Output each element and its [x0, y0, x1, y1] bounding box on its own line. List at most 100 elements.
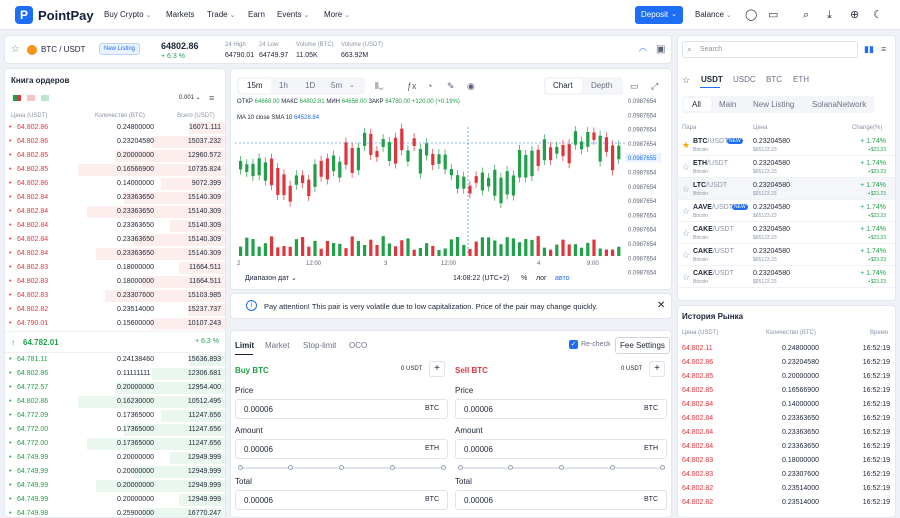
order-book-row[interactable]: • 64.802.86 0.23204580 15037.232: [5, 135, 225, 149]
order-book-row[interactable]: • 64.802.85 0.20000000 12960.572: [5, 149, 225, 163]
buy-amount-slider[interactable]: [238, 465, 446, 470]
add-funds-button[interactable]: +: [429, 361, 445, 377]
quote-btc[interactable]: BTC: [766, 75, 782, 84]
quote-usdt[interactable]: USDT: [701, 75, 723, 84]
order-book-row[interactable]: • 64.802.86 0.24800000 16071.111: [5, 121, 225, 135]
nav-earn[interactable]: Earn: [248, 10, 265, 19]
star-icon[interactable]: ☆: [11, 44, 20, 56]
recheck-checkbox[interactable]: ✓: [569, 340, 578, 349]
quote-usdc[interactable]: USDC: [733, 75, 756, 84]
market-pair-row[interactable]: ☆ CAKE/USDT Bitcoin 0.23204580 $65123.23 + 1.…: [678, 222, 895, 244]
market-pair-row[interactable]: ☆ CAKE/USDT Bitcoin 0.23204580 $65123.23 + 1.…: [678, 266, 895, 288]
pair-name[interactable]: BTC / USDT: [41, 45, 85, 54]
order-book-row[interactable]: • 64.802.82 0.23514000 15237.737: [5, 303, 225, 317]
balance-menu[interactable]: Balance ⌄: [695, 10, 732, 19]
nav-trade[interactable]: Trade ⌄: [207, 10, 235, 19]
star-icon[interactable]: ☆: [682, 250, 690, 261]
order-book-row[interactable]: • 64.749.98 0.25900000 16770.247: [5, 507, 225, 517]
precision-select[interactable]: 0.001 ⌄: [179, 94, 201, 101]
auto-toggle[interactable]: авто: [555, 275, 569, 282]
order-book-row[interactable]: • 64.749.99 0.20000000 12949.999: [5, 479, 225, 493]
order-book-row[interactable]: • 64.802.84 0.23363650 15140.309: [5, 219, 225, 233]
star-icon[interactable]: ☆: [682, 206, 690, 217]
market-pair-row[interactable]: ☆ CAKE/USDT Bitcoin 0.23204580 $65123.23 + 1.…: [678, 244, 895, 266]
order-book-row[interactable]: • 64.802.85 0.16566900 10735.824: [5, 163, 225, 177]
bar-chart-icon[interactable]: ▮▮: [864, 43, 874, 55]
chat-icon[interactable]: ▭: [768, 9, 778, 21]
order-book-row[interactable]: • 64.790.01 0.15600000 10107.243: [5, 317, 225, 331]
order-book-row[interactable]: • 64.749.99 0.20000000 12949.999: [5, 451, 225, 465]
globe-icon[interactable]: ⊕: [850, 9, 859, 21]
market-pair-row[interactable]: ☆ LTC/USDT Bitcoin 0.23204580 $65123.23 + 1.7…: [678, 178, 895, 200]
order-book-row[interactable]: • 64.802.83 0.23307600 15103.985: [5, 289, 225, 303]
view-both-icon[interactable]: [13, 95, 21, 101]
star-icon[interactable]: ☆: [682, 228, 690, 239]
date-range-select[interactable]: Диапазон дат ⌄: [245, 274, 297, 282]
tab-market[interactable]: Market: [265, 341, 289, 350]
nav-events[interactable]: Events ⌄: [277, 10, 309, 19]
buy-price-input[interactable]: 0.00006 BTC: [235, 399, 448, 419]
fee-settings-button[interactable]: Fee Settings: [615, 337, 670, 354]
filter-solana-network[interactable]: SolanaNetwork: [812, 100, 866, 109]
layout-icon[interactable]: ▣: [656, 44, 665, 56]
nav-markets[interactable]: Markets: [166, 10, 194, 19]
order-book-row[interactable]: • 64.749.99 0.20000000 12949.999: [5, 493, 225, 507]
close-icon[interactable]: ✕: [657, 300, 665, 311]
candle-body: [555, 146, 559, 154]
filter-all[interactable]: All: [692, 100, 701, 109]
market-pair-row[interactable]: ☆ AAVE/USDT NEW Bitcoin 0.23204580 $65123.23 +…: [678, 200, 895, 222]
nav-buy-crypto[interactable]: Buy Crypto ⌄: [104, 10, 151, 19]
settings-sliders-icon[interactable]: ≡: [881, 43, 886, 55]
sell-amount-slider[interactable]: [458, 465, 665, 470]
quote-eth[interactable]: ETH: [793, 75, 809, 84]
log-toggle[interactable]: лог: [536, 275, 547, 282]
sell-amount-input[interactable]: 0.00006 ETH: [455, 439, 667, 459]
market-pair-row[interactable]: ☆ ETH/USDT Bitcoin 0.23204580 $65123.23 + 1.7…: [678, 156, 895, 178]
order-book-row[interactable]: • 64.802.86 0.14000000 9072.399: [5, 177, 225, 191]
tab-oco[interactable]: OCO: [349, 341, 367, 350]
order-book-row[interactable]: • 64.772.09 0.17365000 11247.656: [5, 409, 225, 423]
order-book-row[interactable]: • 64.802.86 0.16230000 10512.495: [5, 395, 225, 409]
tab-stop-limit[interactable]: Stop-limit: [303, 341, 336, 350]
filter-new-listing[interactable]: New Listing: [753, 100, 794, 109]
order-book-row[interactable]: • 64.802.84 0.23363650 15140.309: [5, 191, 225, 205]
nav-more[interactable]: More ⌄: [324, 10, 350, 19]
search-icon[interactable]: ⌕: [803, 9, 809, 21]
candlestick-chart[interactable]: 0.0987654 0.0987654 0.0987654 0.0987654 0.09…: [231, 69, 672, 290]
star-icon[interactable]: ☆: [682, 184, 690, 195]
settings-sliders-icon[interactable]: ≡: [209, 92, 214, 104]
logo[interactable]: P PointPay: [15, 6, 94, 24]
order-book-row[interactable]: • 64.749.99 0.20000000 12949.999: [5, 465, 225, 479]
market-pair-row[interactable]: ★ BTC/USDT NEW Bitcoin 0.23204580 $65123.23 + …: [678, 134, 895, 156]
order-book-row[interactable]: • 64.802.83 0.18000000 11664.511: [5, 275, 225, 289]
sell-total-input[interactable]: 0.00006 BTC: [455, 490, 667, 510]
order-book-row[interactable]: • 64.802.84 0.23363650 15140.309: [5, 247, 225, 261]
deposit-button[interactable]: Deposit ⌄: [635, 6, 683, 24]
market-search-input[interactable]: ⌕ Search: [682, 41, 858, 58]
candle-body: [239, 160, 243, 170]
download-icon[interactable]: ⤓: [827, 9, 832, 21]
star-icon[interactable]: ☆: [682, 272, 690, 283]
buy-amount-input[interactable]: 0.00006 ETH: [235, 439, 448, 459]
user-icon[interactable]: ◯: [745, 9, 757, 21]
star-icon[interactable]: ☆: [682, 162, 690, 173]
order-book-row[interactable]: • 64.802.84 0.23363650 15140.309: [5, 233, 225, 247]
order-book-row[interactable]: • 64.802.86 0.11111111 12306.681: [5, 367, 225, 381]
order-book-row[interactable]: • 64.781.11 0.24138460 15636.893: [5, 353, 225, 367]
tab-limit[interactable]: Limit: [235, 341, 254, 350]
sell-price-input[interactable]: 0.00006 BTC: [455, 399, 667, 419]
buy-total-input[interactable]: 0.00006 BTC: [235, 490, 448, 510]
order-book-row[interactable]: • 64.802.83 0.18000000 11664.511: [5, 261, 225, 275]
star-icon[interactable]: ☆: [682, 74, 690, 86]
percent-toggle[interactable]: %: [521, 275, 527, 282]
order-book-row[interactable]: • 64.772.00 0.17365000 11247.656: [5, 423, 225, 437]
star-icon[interactable]: ★: [682, 140, 690, 151]
order-book-row[interactable]: • 64.772.57 0.20000000 12954.400: [5, 381, 225, 395]
filter-main[interactable]: Main: [719, 100, 736, 109]
view-asks-icon[interactable]: [27, 95, 35, 101]
order-book-row[interactable]: • 64.772.00 0.17365000 11247.656: [5, 437, 225, 451]
theme-moon-icon[interactable]: ☾: [873, 9, 883, 21]
add-funds-button[interactable]: +: [649, 361, 665, 377]
order-book-row[interactable]: • 64.802.84 0.23363650 15140.309: [5, 205, 225, 219]
view-bids-icon[interactable]: [41, 95, 49, 101]
